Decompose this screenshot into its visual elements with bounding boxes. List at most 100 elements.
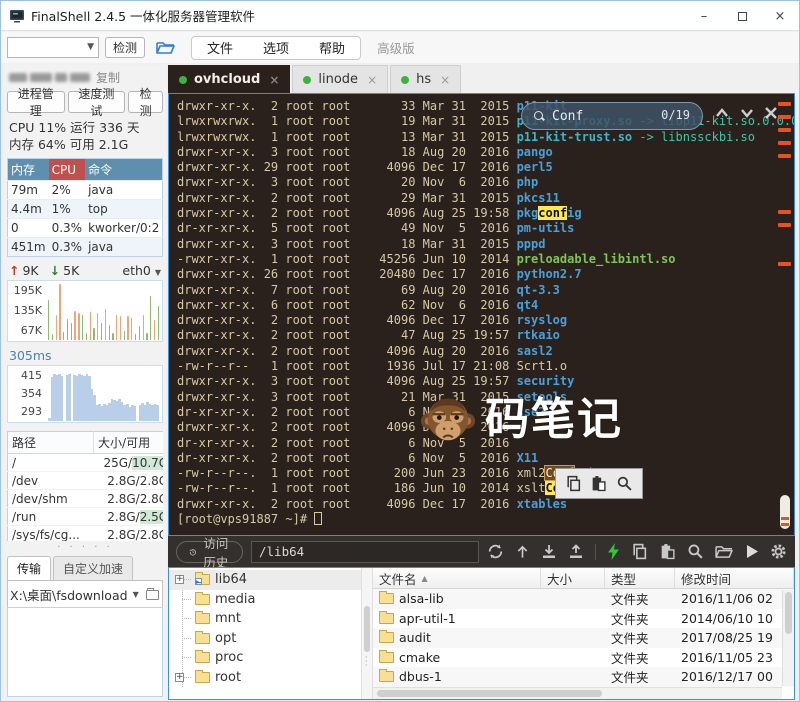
col-mtime[interactable]: 修改时间	[675, 568, 794, 588]
upload-icon[interactable]	[568, 543, 584, 560]
minimize-button[interactable]: –	[685, 1, 723, 31]
disk-row[interactable]: /sys/fs/cg... 2.8G/2.8G	[7, 525, 163, 541]
col-cpu[interactable]: CPU	[48, 158, 86, 181]
col-command[interactable]: 命令	[85, 158, 163, 181]
process-row[interactable]: 79m 2% java	[7, 180, 163, 200]
file-name: pkcs11	[516, 190, 560, 205]
expander-icon[interactable]	[175, 575, 184, 585]
expander-icon[interactable]	[175, 672, 184, 682]
paste-icon[interactable]	[659, 543, 676, 560]
disk-row[interactable]: /dev/shm 2.8G/2.8G	[7, 489, 163, 508]
settings-gear-icon[interactable]	[770, 543, 787, 560]
search-prev-button[interactable]	[714, 106, 730, 120]
col-memory[interactable]: 内存	[7, 158, 49, 181]
close-button[interactable]: ×	[761, 1, 799, 31]
parent-directory-icon[interactable]	[515, 544, 530, 560]
tree-item[interactable]: opt	[169, 629, 361, 649]
session-tab[interactable]: hs ×	[390, 65, 462, 93]
download-icon[interactable]	[541, 544, 557, 560]
copy-ip-link[interactable]: 复制	[96, 69, 120, 86]
tree-item[interactable]: mnt	[169, 609, 361, 629]
folder-icon	[195, 630, 210, 644]
scrollbar-thumb[interactable]	[377, 690, 602, 697]
connection-select[interactable]: ▼	[7, 37, 99, 58]
splitter-handle[interactable]: · · · · ·	[7, 543, 163, 553]
tree-item[interactable]: lib64	[169, 570, 361, 590]
search-input[interactable]	[552, 108, 642, 124]
scrollbar-thumb[interactable]	[364, 606, 370, 652]
tree-item[interactable]: media	[169, 590, 361, 610]
remote-path-input[interactable]	[251, 540, 479, 563]
tree-item[interactable]: root	[169, 668, 361, 688]
col-path[interactable]: 路径	[7, 431, 94, 454]
connected-status-icon	[179, 75, 187, 84]
open-folder-icon[interactable]	[715, 544, 734, 559]
col-size[interactable]: 大小/可用	[93, 431, 163, 454]
copy-icon[interactable]	[565, 475, 582, 492]
session-tab[interactable]: ovhcloud ×	[168, 65, 291, 93]
col-size[interactable]: 大小	[541, 568, 605, 588]
file-row[interactable]: apr-util-1 文件夹 2014/06/10 10	[373, 609, 794, 629]
browse-folder-icon[interactable]	[145, 587, 159, 600]
window-title: FinalShell 2.4.5 一体化服务器管理软件	[31, 9, 256, 24]
run-icon[interactable]	[745, 544, 759, 559]
disk-table: 路径 大小/可用 / 25G/10.7G /dev 2.8G/2.8G	[7, 431, 163, 541]
search-next-button[interactable]	[739, 106, 755, 120]
sidebar-button[interactable]: 检测	[128, 87, 163, 118]
copy-icon[interactable]	[631, 543, 648, 560]
scrollbar-thumb[interactable]	[785, 592, 792, 634]
refresh-icon[interactable]	[487, 543, 504, 560]
scrollbar-thumb[interactable]	[780, 495, 790, 529]
chevron-down-icon: ▼	[132, 590, 139, 599]
accelerate-icon[interactable]	[607, 543, 620, 560]
terminal-line: drwxr-xr-x. 2 root root 4096 Dec 17 2016…	[177, 496, 568, 511]
search-icon[interactable]	[616, 475, 633, 492]
close-tab-icon[interactable]: ×	[367, 73, 377, 87]
process-row[interactable]: 4.4m 1% top	[7, 199, 163, 219]
file-row[interactable]: audit 文件夹 2017/08/25 19	[373, 628, 794, 648]
transfer-tab[interactable]: 自定义加速	[53, 556, 134, 580]
menu-item[interactable]: 帮助	[304, 38, 360, 57]
download-path-select[interactable]: X:\桌面\fsdownload ▼	[7, 580, 163, 607]
col-filename[interactable]: 文件名 ▲	[373, 568, 541, 588]
search-close-button[interactable]	[764, 106, 778, 120]
history-button[interactable]: 访问历史	[176, 537, 243, 570]
col-type[interactable]: 类型	[605, 568, 675, 588]
file-row[interactable]: dbus-1 文件夹 2016/12/17 00	[373, 667, 794, 687]
file-list-hscrollbar[interactable]	[373, 687, 782, 699]
file-name: rtkaio	[516, 328, 560, 343]
process-row[interactable]: 0 0.3% kworker/0:2	[7, 218, 163, 238]
file-row[interactable]: cmake 文件夹 2016/11/05 23	[373, 648, 794, 668]
disk-row[interactable]: /run 2.8G/2.5G	[7, 507, 163, 526]
disk-row[interactable]: / 25G/10.7G	[7, 453, 163, 472]
search-icon[interactable]	[687, 543, 704, 560]
open-connections-folder-icon[interactable]	[155, 39, 177, 57]
paste-icon[interactable]	[590, 475, 607, 492]
terminal-line: dr-xr-xr-x. 2 root root 6 Nov 5 2016 sse…	[177, 404, 546, 419]
terminal-scrollbar[interactable]	[777, 96, 792, 533]
terminal-search-bar[interactable]: 0/19	[521, 102, 703, 130]
maximize-button[interactable]	[723, 1, 761, 31]
download-rate: 5K	[63, 263, 80, 278]
tree-item[interactable]: proc	[169, 648, 361, 668]
menu-item[interactable]: 文件	[192, 38, 248, 57]
sidebar-button[interactable]: 进程管理	[7, 87, 65, 118]
close-tab-icon[interactable]: ×	[440, 73, 450, 87]
file-row[interactable]: alsa-lib 文件夹 2016/11/06 02	[373, 589, 794, 609]
file-name: qt-3.3	[516, 282, 560, 297]
close-tab-icon[interactable]: ×	[269, 73, 279, 87]
tree-scrollbar[interactable]: · · ·	[361, 568, 373, 699]
process-row[interactable]: 451m 0.3% java	[7, 237, 163, 257]
terminal[interactable]: drwxr-xr-x. 2 root root 33 Mar 31 2015 p…	[168, 93, 795, 536]
cpu-uptime-stat: CPU 11% 运行 336 天	[9, 120, 140, 135]
menu-item[interactable]: 选项	[248, 38, 304, 57]
session-tab[interactable]: linode ×	[292, 65, 389, 93]
file-list-vscrollbar[interactable]	[782, 590, 794, 686]
transfer-list[interactable]	[7, 607, 163, 697]
transfer-tab[interactable]: 传输	[7, 556, 52, 580]
disk-row[interactable]: /dev 2.8G/2.8G	[7, 471, 163, 490]
detect-button[interactable]: 检测	[105, 37, 146, 58]
connected-status-icon	[401, 75, 410, 84]
interface-select[interactable]: eth0 ▼	[122, 263, 161, 278]
sidebar-button[interactable]: 速度测试	[67, 87, 126, 118]
